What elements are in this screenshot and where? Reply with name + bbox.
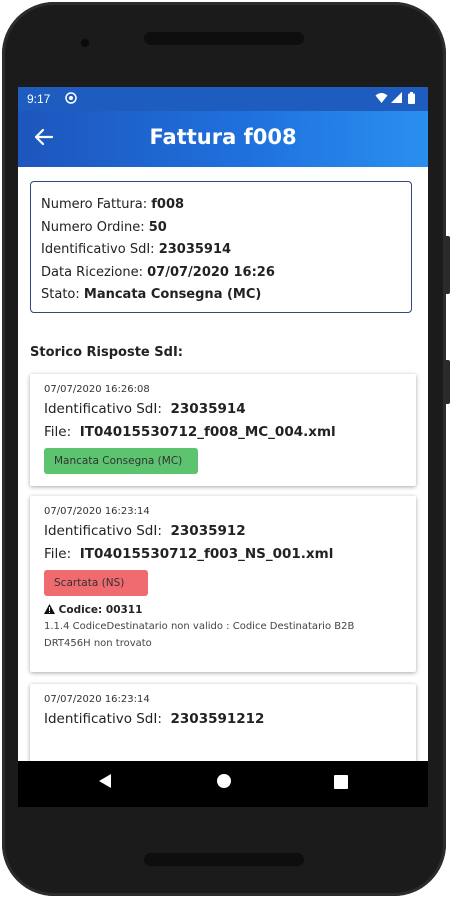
identificativo-label: Identificativo SdI: xyxy=(44,711,162,727)
identificativo-value: 23035914 xyxy=(170,401,246,417)
volume-button xyxy=(445,236,450,294)
history-item-date: 07/07/2020 16:23:14 xyxy=(44,694,150,705)
nav-home-icon[interactable] xyxy=(216,773,232,794)
numero-ordine-label: Numero Ordine: xyxy=(41,219,149,235)
history-item-date: 07/07/2020 16:26:08 xyxy=(44,384,150,395)
system-nav-bar xyxy=(18,761,428,807)
numero-fattura-label: Numero Fattura: xyxy=(41,197,152,212)
wifi-icon xyxy=(375,92,388,107)
power-button xyxy=(445,360,450,404)
status-badge: Mancata Consegna (MC) xyxy=(44,448,198,474)
history-item-identificativo: Identificativo SdI: 23035912 xyxy=(44,520,402,543)
app-bar: Fattura f008 xyxy=(18,111,428,167)
front-camera xyxy=(81,39,89,47)
invoice-info-card: Numero Fattura: f008 Numero Ordine: 50 I… xyxy=(30,181,412,313)
stato-row: Stato: Mancata Consegna (MC) xyxy=(41,284,401,307)
identificativo-value: 2303591212 xyxy=(170,711,265,727)
file-value: IT04015530712_f003_NS_001.xml xyxy=(79,546,334,562)
identificativo-value: 23035912 xyxy=(170,523,246,539)
at-icon xyxy=(65,92,77,107)
identificativo-label: Identificativo SdI: xyxy=(44,401,162,417)
history-item[interactable]: 07/07/2020 16:26:08 Identificativo SdI: … xyxy=(30,374,416,486)
identificativo-label: Identificativo SdI: xyxy=(44,523,162,539)
bottom-speaker xyxy=(144,853,304,866)
status-bar: 9:17 xyxy=(18,87,428,111)
file-label: File: xyxy=(44,546,72,562)
warning-icon xyxy=(44,604,59,616)
page-title: Fattura f008 xyxy=(149,125,297,149)
error-code-text: Codice: 00311 xyxy=(58,604,143,616)
data-ricezione-row: Data Ricezione: 07/07/2020 16:26 xyxy=(41,262,401,285)
numero-fattura-row: Numero Fattura: f008 xyxy=(41,194,401,217)
app-screen: 9:17 Fattura f008 Numero Fattura: f008 N… xyxy=(18,87,428,807)
nav-recents-icon[interactable] xyxy=(334,773,348,794)
history-item-file: File: IT04015530712_f003_NS_001.xml xyxy=(44,543,402,566)
identificativo-row: Identificativo SdI: 23035914 xyxy=(41,239,401,262)
identificativo-value: 23035914 xyxy=(158,242,232,257)
stato-value: Mancata Consegna (MC) xyxy=(83,287,262,302)
history-item-file: File: IT04015530712_f008_MC_004.xml xyxy=(44,421,402,444)
error-code: Codice: 00311 xyxy=(44,602,402,618)
data-ricezione-label: Data Ricezione: xyxy=(41,264,148,280)
signal-icon xyxy=(391,92,402,107)
history-title: Storico Risposte SdI: xyxy=(30,345,183,360)
status-badge: Scartata (NS) xyxy=(44,570,148,596)
file-value: IT04015530712_f008_MC_004.xml xyxy=(79,424,336,440)
stato-label: Stato: xyxy=(41,287,84,302)
numero-ordine-row: Numero Ordine: 50 xyxy=(41,217,401,240)
status-time: 9:17 xyxy=(27,92,51,106)
history-item-identificativo: Identificativo SdI: 2303591212 xyxy=(44,708,402,731)
top-speaker xyxy=(144,32,304,45)
numero-ordine-value: 50 xyxy=(148,219,167,235)
history-item-identificativo: Identificativo SdI: 23035914 xyxy=(44,398,402,421)
history-item-date: 07/07/2020 16:23:14 xyxy=(44,506,150,517)
nav-back-icon[interactable] xyxy=(98,773,112,794)
data-ricezione-value: 07/07/2020 16:26 xyxy=(147,264,275,280)
error-message: 1.1.4 CodiceDestinatario non valido : Co… xyxy=(44,621,355,649)
battery-icon xyxy=(408,92,415,107)
numero-fattura-value: f008 xyxy=(151,197,185,212)
identificativo-label: Identificativo SdI: xyxy=(41,242,159,257)
file-label: File: xyxy=(44,424,72,440)
history-item[interactable]: 07/07/2020 16:23:14 Identificativo SdI: … xyxy=(30,496,416,672)
